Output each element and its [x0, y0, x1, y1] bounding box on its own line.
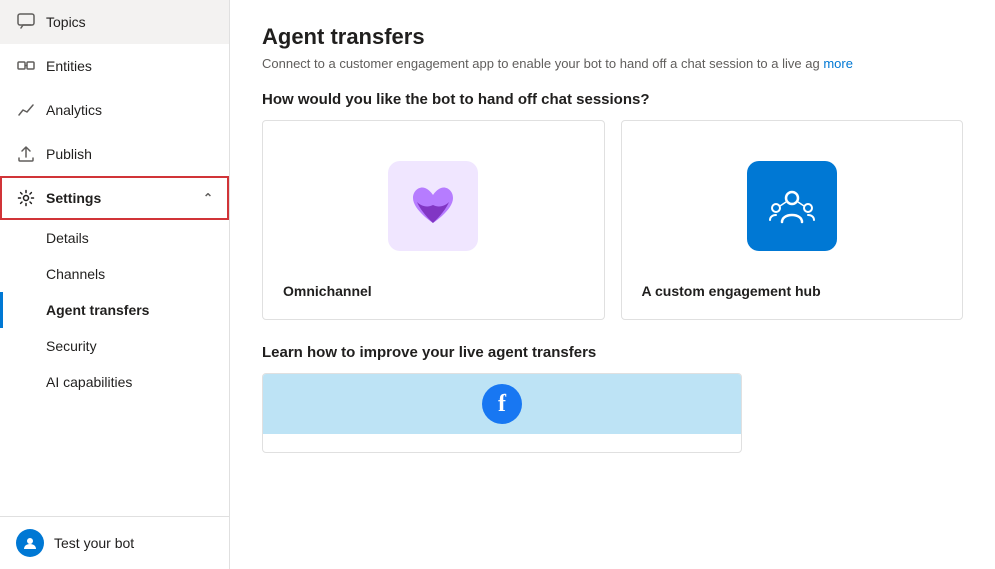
sidebar-sub-details[interactable]: Details	[0, 220, 229, 256]
omnichannel-icon-area	[283, 141, 584, 271]
custom-hub-icon	[747, 161, 837, 251]
sidebar-item-settings[interactable]: Settings ⌃	[0, 176, 229, 220]
sidebar-item-topics-label: Topics	[46, 14, 86, 30]
omnichannel-card-label: Omnichannel	[283, 283, 584, 299]
bot-avatar	[16, 529, 44, 557]
sidebar-item-analytics[interactable]: Analytics	[0, 88, 229, 132]
sidebar-sub-ai-capabilities-label: AI capabilities	[46, 374, 132, 390]
sidebar-sub-channels-label: Channels	[46, 266, 105, 282]
cards-row-2: f	[262, 373, 963, 453]
entities-icon	[16, 56, 36, 76]
section2-title: Learn how to improve your live agent tra…	[262, 344, 963, 361]
sidebar-scroll: Topics Entities Analytics	[0, 0, 229, 516]
sidebar-sub-ai-capabilities[interactable]: AI capabilities	[0, 364, 229, 400]
sidebar-item-topics[interactable]: Topics	[0, 0, 229, 44]
sidebar-item-settings-label: Settings	[46, 190, 101, 206]
sidebar-sub-details-label: Details	[46, 230, 89, 246]
svg-text:f: f	[498, 391, 507, 417]
sidebar-item-analytics-label: Analytics	[46, 102, 102, 118]
test-bot-button[interactable]: Test your bot	[0, 516, 229, 569]
chevron-up-icon: ⌃	[203, 191, 213, 205]
chat-icon	[16, 12, 36, 32]
sidebar-sub-agent-transfers[interactable]: Agent transfers	[0, 292, 229, 328]
analytics-icon	[16, 100, 36, 120]
sidebar-item-entities[interactable]: Entities	[0, 44, 229, 88]
cards-row-1: Omnichannel	[262, 120, 963, 320]
page-title: Agent transfers	[262, 24, 963, 50]
publish-icon	[16, 144, 36, 164]
custom-hub-icon-area	[642, 141, 943, 271]
sidebar-sub-security-label: Security	[46, 338, 97, 354]
test-bot-label: Test your bot	[54, 535, 134, 551]
sidebar-item-publish-label: Publish	[46, 146, 92, 162]
omnichannel-icon	[388, 161, 478, 251]
custom-hub-card-label: A custom engagement hub	[642, 283, 943, 299]
settings-icon	[16, 188, 36, 208]
learn-card-image: f	[263, 374, 741, 434]
main-content: Agent transfers Connect to a customer en…	[230, 0, 995, 569]
sidebar-sub-channels[interactable]: Channels	[0, 256, 229, 292]
omnichannel-card[interactable]: Omnichannel	[262, 120, 605, 320]
sidebar-item-entities-label: Entities	[46, 58, 92, 74]
learn-card[interactable]: f	[262, 373, 742, 453]
sidebar: Topics Entities Analytics	[0, 0, 230, 569]
section1-title: How would you like the bot to hand off c…	[262, 91, 963, 108]
description-text: Connect to a customer engagement app to …	[262, 56, 820, 71]
page-description: Connect to a customer engagement app to …	[262, 56, 963, 71]
sidebar-item-publish[interactable]: Publish	[0, 132, 229, 176]
sidebar-sub-agent-transfers-label: Agent transfers	[46, 302, 149, 318]
description-link[interactable]: more	[823, 56, 853, 71]
custom-hub-card[interactable]: A custom engagement hub	[621, 120, 964, 320]
sidebar-sub-security[interactable]: Security	[0, 328, 229, 364]
